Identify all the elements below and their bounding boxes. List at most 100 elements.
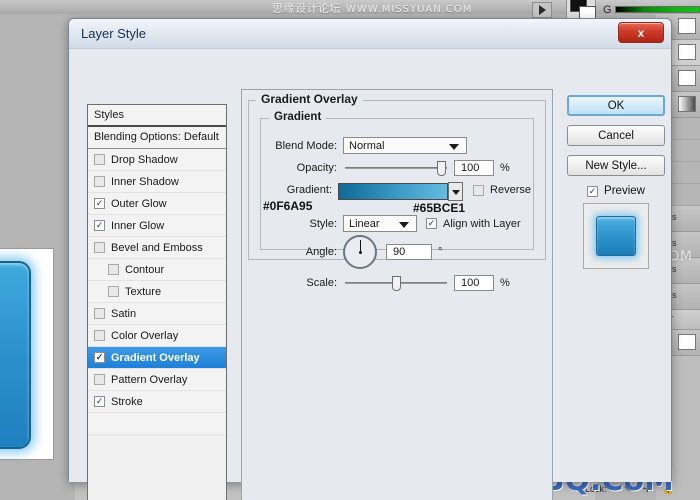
checkbox-contour[interactable] xyxy=(108,264,119,275)
watermark-top-url: WWW.MISSYUAN.COM xyxy=(346,4,473,15)
gradient-overlay-group: Gradient Overlay Gradient Blend Mode: No… xyxy=(248,92,546,291)
gradient-label: Gradient: xyxy=(286,184,333,196)
sidebar-item-label: Gradient Overlay xyxy=(111,351,200,364)
new-style-button[interactable]: New Style... xyxy=(567,155,665,176)
sidebar-item-texture[interactable]: Texture xyxy=(88,281,226,303)
checkbox-gradient-overlay[interactable] xyxy=(94,352,105,363)
sidebar-item-label: Inner Shadow xyxy=(111,175,179,188)
checkbox-texture[interactable] xyxy=(108,286,119,297)
opacity-row: Opacity: 100 % xyxy=(265,160,531,176)
checkbox-reverse[interactable] xyxy=(473,184,485,196)
sidebar-item-label: Inner Glow xyxy=(111,219,165,232)
checkbox-satin[interactable] xyxy=(94,308,105,319)
sidebar-item-contour[interactable]: Contour xyxy=(88,259,226,281)
angle-dial[interactable] xyxy=(343,235,377,269)
reverse-label: Reverse xyxy=(490,184,531,196)
scale-unit: % xyxy=(500,277,510,289)
sidebar-item-label: Outer Glow xyxy=(111,197,167,210)
ok-button[interactable]: OK xyxy=(567,95,665,116)
cancel-button[interactable]: Cancel xyxy=(567,125,665,146)
watermark-top-cn: 思缘设计论坛 xyxy=(272,2,341,15)
checkbox-stroke[interactable] xyxy=(94,396,105,407)
sidebar-item-label: Drop Shadow xyxy=(111,153,178,166)
gradient-thumb-icon xyxy=(678,96,696,112)
chevron-down-icon xyxy=(449,144,459,150)
checkbox-pattern-overlay[interactable] xyxy=(94,374,105,385)
sidebar-item-bevel-and-emboss[interactable]: Bevel and Emboss xyxy=(88,237,226,259)
opacity-slider-track xyxy=(345,161,447,176)
sidebar-item-pattern-overlay[interactable]: Pattern Overlay xyxy=(88,369,226,391)
opacity-input[interactable]: 100 xyxy=(454,160,494,176)
gradient-picker[interactable] xyxy=(338,182,464,201)
checkbox-inner-shadow[interactable] xyxy=(94,176,105,187)
angle-input[interactable]: 90 xyxy=(386,244,432,260)
sidebar-item-label: Bevel and Emboss xyxy=(111,241,203,254)
scale-row: Scale: 100 % xyxy=(265,275,531,291)
opacity-slider-thumb[interactable] xyxy=(437,161,446,176)
dialog-title: Layer Style xyxy=(81,26,147,41)
dialog-buttons: OK Cancel New Style... Preview xyxy=(567,95,665,269)
sidebar-item-color-overlay[interactable]: Color Overlay xyxy=(88,325,226,347)
scale-slider-track xyxy=(345,276,447,291)
sidebar-item-satin[interactable]: Satin xyxy=(88,303,226,325)
sidebar-item-drop-shadow[interactable]: Drop Shadow xyxy=(88,149,226,171)
sidebar-item-stroke[interactable]: Stroke xyxy=(88,391,226,413)
arrow-thumb-icon xyxy=(678,44,696,60)
checkbox-preview[interactable] xyxy=(587,185,599,197)
dialog-titlebar[interactable]: Layer Style x xyxy=(69,19,671,49)
opacity-label: Opacity: xyxy=(296,162,337,174)
sidebar-item-label: Satin xyxy=(111,307,137,320)
chevron-down-icon xyxy=(399,222,409,228)
scale-input[interactable]: 100 xyxy=(454,275,494,291)
gradient-start-hex-annotation: #0F6A95 xyxy=(263,199,313,213)
play-button[interactable] xyxy=(532,2,552,18)
preview-label: Preview xyxy=(604,185,645,197)
checkbox-align-with-layer[interactable] xyxy=(426,218,437,229)
style-select[interactable]: Linear xyxy=(343,215,417,232)
opacity-unit: % xyxy=(500,162,510,174)
style-row: Style: Linear Align with Layer xyxy=(265,215,531,232)
screenshot-root: 思缘设计论坛WWW.MISSYUAN.COM G sets sets sets … xyxy=(0,0,700,500)
close-icon[interactable]: x xyxy=(618,22,664,43)
gradient-swatch[interactable] xyxy=(338,183,449,200)
preview-checkbox-row[interactable]: Preview xyxy=(567,185,665,197)
blending-options-row[interactable]: Blending Options: Default xyxy=(88,127,226,149)
sidebar-item-label: Stroke xyxy=(111,395,143,408)
grid-thumb-icon xyxy=(678,18,696,34)
blue-rounded-button-shape xyxy=(0,261,31,449)
angle-label: Angle: xyxy=(305,246,337,258)
scale-label: Scale: xyxy=(306,277,337,289)
scale-slider[interactable] xyxy=(345,276,447,291)
blend-mode-value: Normal xyxy=(349,139,385,152)
checkbox-inner-glow[interactable] xyxy=(94,220,105,231)
checkbox-color-overlay[interactable] xyxy=(94,330,105,341)
document-window-preview[interactable] xyxy=(0,248,54,460)
opacity-slider[interactable] xyxy=(345,161,447,176)
layer-style-dialog: Layer Style x Styles Blending Options: D… xyxy=(68,18,672,500)
style-label: Style: xyxy=(309,217,337,230)
blend-mode-select[interactable]: Normal xyxy=(343,137,467,154)
align-with-layer-row[interactable]: Align with Layer xyxy=(426,218,521,230)
styles-list-panel: Styles Blending Options: Default Drop Sh… xyxy=(87,104,227,500)
reverse-checkbox-row[interactable]: Reverse xyxy=(473,182,531,196)
sidebar-item-outer-glow[interactable]: Outer Glow xyxy=(88,193,226,215)
preview-shape xyxy=(596,216,636,256)
scale-slider-thumb[interactable] xyxy=(392,276,401,291)
gradient-subgroup-title: Gradient xyxy=(269,111,327,123)
align-with-layer-label: Align with Layer xyxy=(443,217,521,230)
sidebar-item-inner-shadow[interactable]: Inner Shadow xyxy=(88,171,226,193)
sidebar-item-label: Color Overlay xyxy=(111,329,179,342)
style-value: Linear xyxy=(349,217,380,230)
angle-hub-icon xyxy=(358,250,362,254)
play-icon xyxy=(538,5,546,15)
foreground-background-swatches[interactable] xyxy=(566,0,596,20)
gradient-preset-dropdown[interactable] xyxy=(448,182,464,201)
checkbox-bevel-and-emboss[interactable] xyxy=(94,242,105,253)
checkbox-drop-shadow[interactable] xyxy=(94,154,105,165)
sidebar-item-inner-glow[interactable]: Inner Glow xyxy=(88,215,226,237)
white-thumb-icon xyxy=(678,70,696,86)
gradient-overlay-pane: Gradient Overlay Gradient Blend Mode: No… xyxy=(241,89,553,500)
sidebar-item-gradient-overlay[interactable]: Gradient Overlay xyxy=(88,347,226,369)
bottom-thumb-icon xyxy=(678,334,696,350)
checkbox-outer-glow[interactable] xyxy=(94,198,105,209)
